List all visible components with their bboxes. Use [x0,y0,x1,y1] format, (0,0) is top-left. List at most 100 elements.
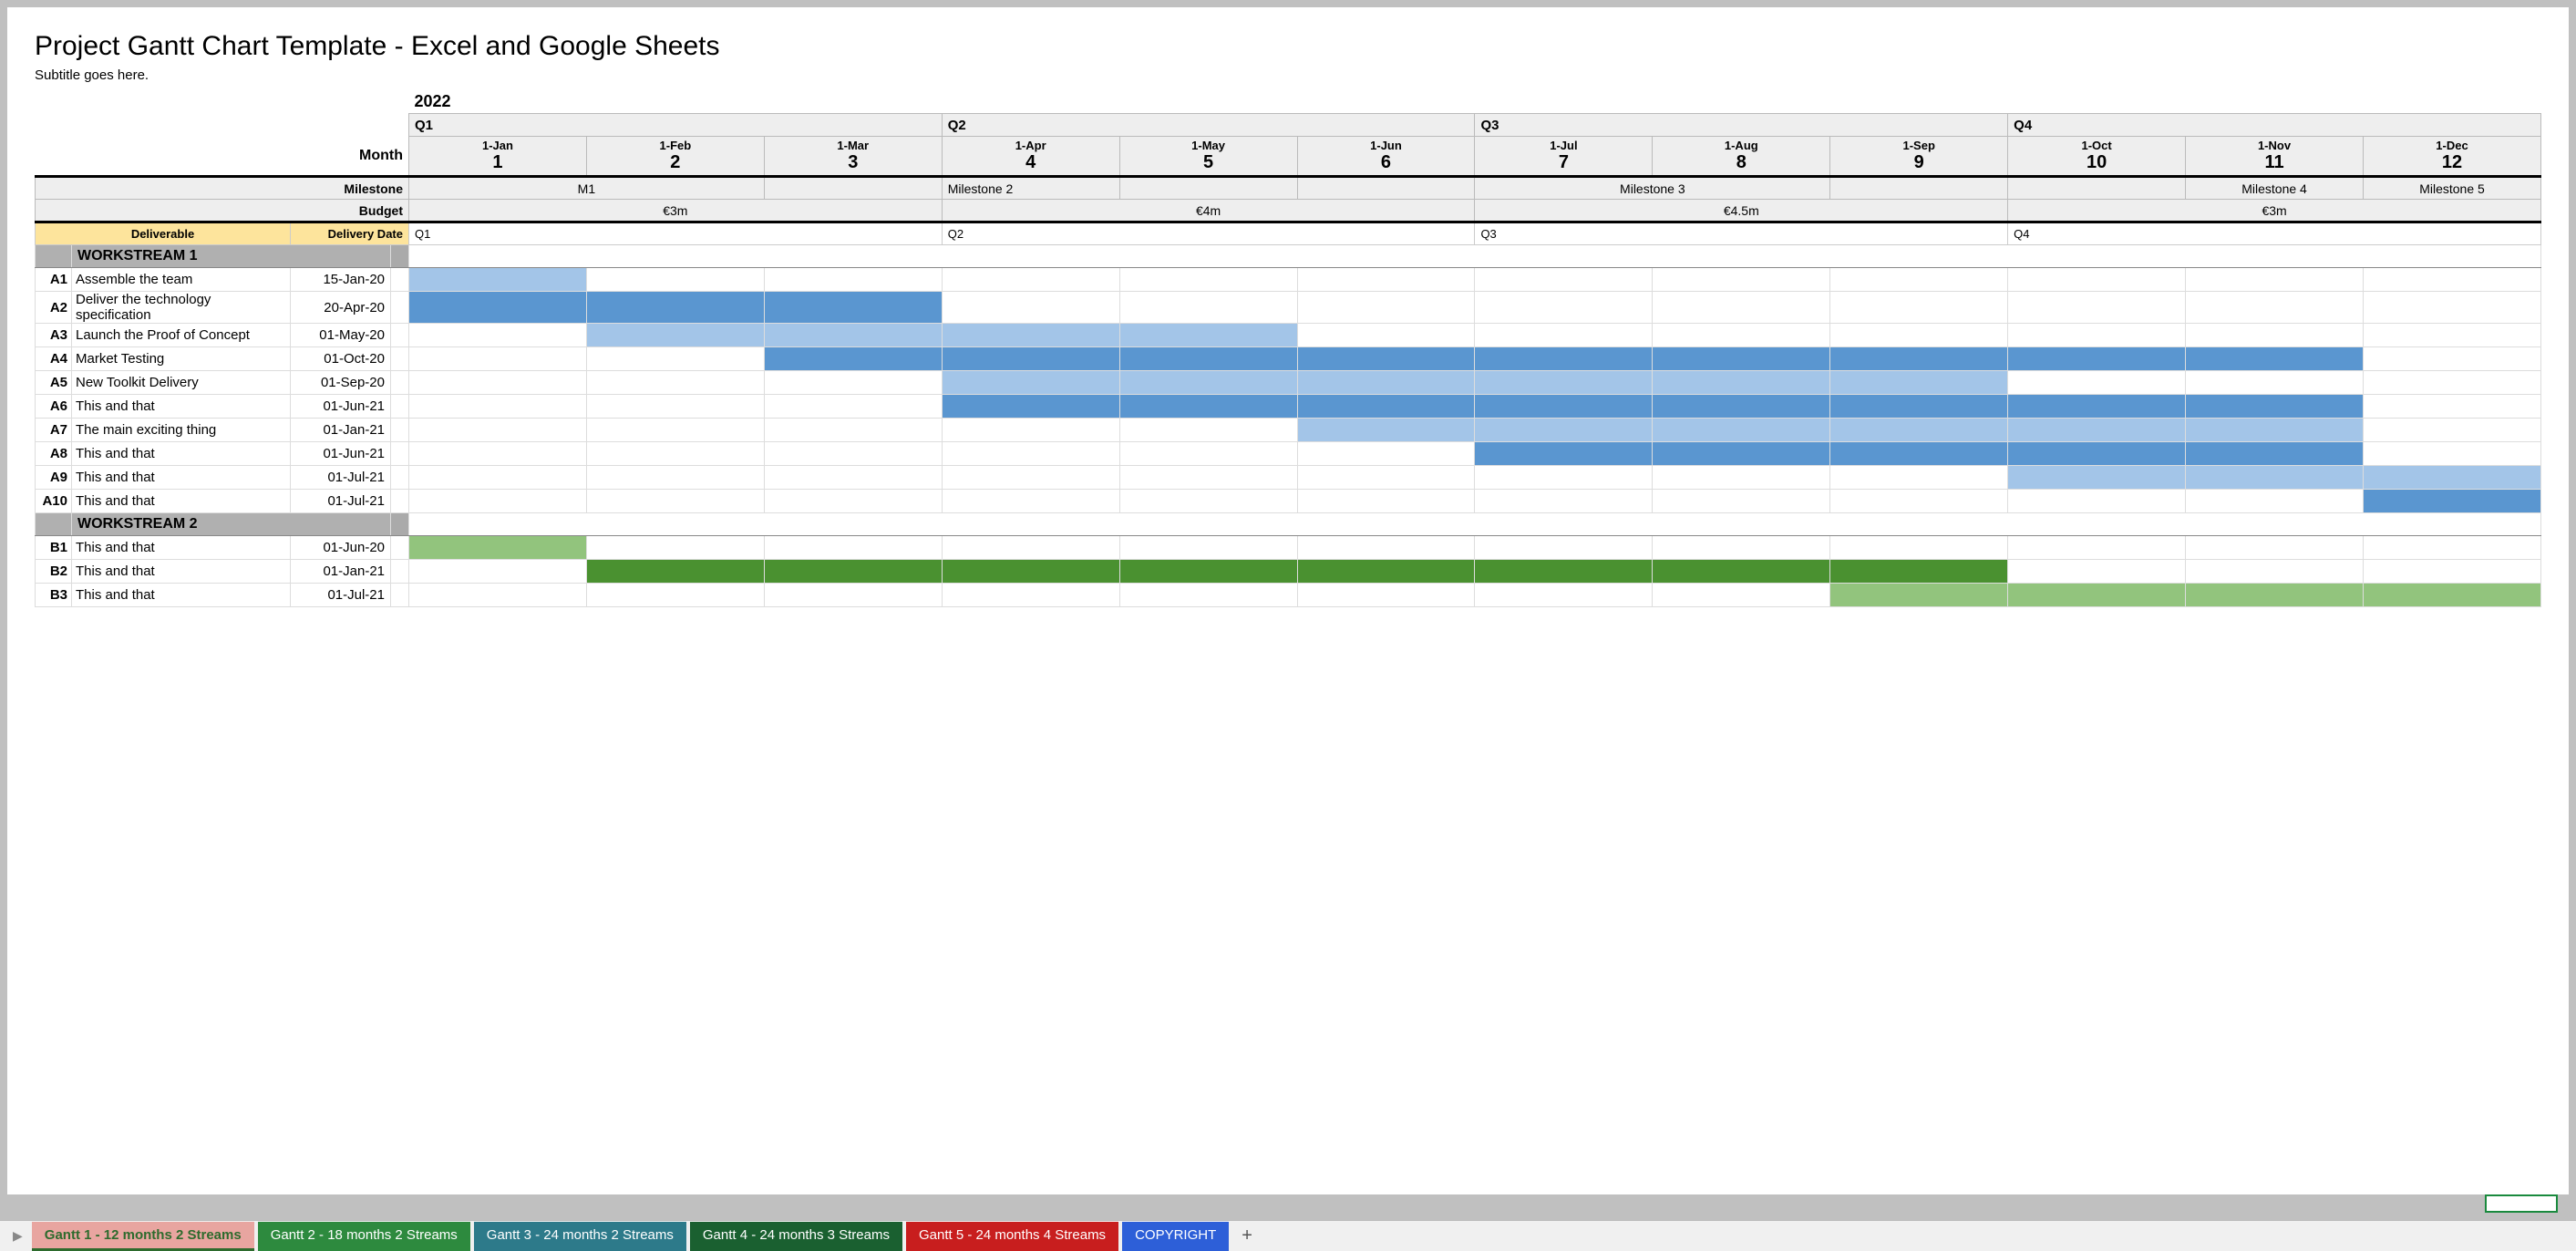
milestone-cell[interactable]: Milestone 5 [2363,177,2540,200]
task-id[interactable]: A1 [36,268,72,292]
gantt-cell[interactable] [1297,371,1475,395]
gantt-cell[interactable] [764,466,942,490]
gantt-cell[interactable] [1475,324,1653,347]
gantt-cell[interactable] [1119,347,1297,371]
gantt-cell[interactable] [409,466,587,490]
sheet-tab[interactable]: COPYRIGHT [1122,1222,1229,1251]
gantt-cell[interactable] [586,347,764,371]
task-row[interactable]: A1Assemble the team15-Jan-20 [36,268,2541,292]
task-id[interactable]: A7 [36,419,72,442]
gantt-table[interactable]: 2022 Q1 Q2 Q3 Q4 Month 1-Jan1 1-Feb2 1-M… [35,90,2541,607]
task-date[interactable]: 01-Jul-21 [291,466,391,490]
gantt-cell[interactable] [1653,395,1830,419]
gantt-cell[interactable] [2008,292,2186,324]
sheet-tab[interactable]: Gantt 4 - 24 months 3 Streams [690,1222,902,1251]
task-id[interactable]: A5 [36,371,72,395]
task-row[interactable]: A9This and that01-Jul-21 [36,466,2541,490]
gantt-cell[interactable] [942,584,1119,607]
gantt-cell[interactable] [764,560,942,584]
gantt-cell[interactable] [2186,560,2364,584]
gantt-cell[interactable] [764,268,942,292]
gantt-cell[interactable] [1653,268,1830,292]
month-cell[interactable]: 1-Nov11 [2186,137,2364,177]
task-check[interactable] [391,560,409,584]
gantt-cell[interactable] [942,442,1119,466]
task-check[interactable] [391,584,409,607]
gantt-cell[interactable] [1297,292,1475,324]
gantt-cell[interactable] [1119,466,1297,490]
tab-prev-icon[interactable]: ▶ [5,1225,30,1247]
gantt-cell[interactable] [1475,442,1653,466]
task-date[interactable]: 01-Jun-21 [291,442,391,466]
month-cell[interactable]: 1-May5 [1119,137,1297,177]
task-id[interactable]: B1 [36,536,72,560]
sheet-tab[interactable]: Gantt 3 - 24 months 2 Streams [474,1222,686,1251]
milestone-cell[interactable]: M1 [409,177,765,200]
task-check[interactable] [391,490,409,513]
gantt-cell[interactable] [1653,292,1830,324]
gantt-cell[interactable] [2008,347,2186,371]
gantt-cell[interactable] [2186,324,2364,347]
task-row[interactable]: A4Market Testing01-Oct-20 [36,347,2541,371]
month-cell[interactable]: 1-Jul7 [1475,137,1653,177]
gantt-cell[interactable] [764,442,942,466]
task-check[interactable] [391,324,409,347]
gantt-cell[interactable] [1119,490,1297,513]
gantt-cell[interactable] [2008,268,2186,292]
task-date[interactable]: 01-Sep-20 [291,371,391,395]
task-name[interactable]: Deliver the technology specification [72,292,291,324]
gantt-cell[interactable] [409,395,587,419]
milestone-cell[interactable]: Milestone 4 [2186,177,2364,200]
month-cell[interactable]: 1-Sep9 [1830,137,2008,177]
gantt-cell[interactable] [764,584,942,607]
gantt-cell[interactable] [586,292,764,324]
gantt-cell[interactable] [2363,490,2540,513]
gantt-cell[interactable] [1297,536,1475,560]
task-name[interactable]: This and that [72,395,291,419]
gantt-cell[interactable] [1475,419,1653,442]
gantt-cell[interactable] [2008,371,2186,395]
gantt-cell[interactable] [1297,395,1475,419]
gantt-cell[interactable] [1297,584,1475,607]
gantt-cell[interactable] [586,442,764,466]
gantt-cell[interactable] [586,395,764,419]
gantt-cell[interactable] [2186,466,2364,490]
gantt-cell[interactable] [2186,442,2364,466]
gantt-cell[interactable] [1653,419,1830,442]
task-row[interactable]: A3Launch the Proof of Concept01-May-20 [36,324,2541,347]
task-name[interactable]: This and that [72,536,291,560]
gantt-cell[interactable] [2186,347,2364,371]
task-row[interactable]: B1This and that01-Jun-20 [36,536,2541,560]
gantt-cell[interactable] [1830,490,2008,513]
q3-header[interactable]: Q3 [1475,114,2008,137]
month-cell[interactable]: 1-Apr4 [942,137,1119,177]
task-row[interactable]: A10This and that01-Jul-21 [36,490,2541,513]
gantt-cell[interactable] [764,292,942,324]
ws-toggle[interactable] [391,513,409,536]
task-row[interactable]: B3This and that01-Jul-21 [36,584,2541,607]
gantt-cell[interactable] [1297,560,1475,584]
task-row[interactable]: A2Deliver the technology specification20… [36,292,2541,324]
task-id[interactable]: A9 [36,466,72,490]
gantt-cell[interactable] [1475,268,1653,292]
task-name[interactable]: This and that [72,466,291,490]
task-row[interactable]: A5New Toolkit Delivery01-Sep-20 [36,371,2541,395]
gantt-cell[interactable] [2186,371,2364,395]
task-name[interactable]: This and that [72,560,291,584]
q-repeat[interactable]: Q3 [1475,222,2008,245]
gantt-cell[interactable] [1297,324,1475,347]
gantt-cell[interactable] [2008,560,2186,584]
gantt-cell[interactable] [1475,292,1653,324]
budget-cell[interactable]: €3m [2008,200,2541,222]
task-id[interactable]: A10 [36,490,72,513]
task-row[interactable]: B2This and that01-Jan-21 [36,560,2541,584]
task-date[interactable]: 01-Jul-21 [291,490,391,513]
gantt-cell[interactable] [2363,442,2540,466]
task-name[interactable]: This and that [72,490,291,513]
gantt-cell[interactable] [1830,324,2008,347]
gantt-cell[interactable] [2008,442,2186,466]
gantt-cell[interactable] [409,442,587,466]
gantt-cell[interactable] [1475,395,1653,419]
q2-header[interactable]: Q2 [942,114,1475,137]
workstream-header[interactable]: WORKSTREAM 1 [36,245,2541,268]
